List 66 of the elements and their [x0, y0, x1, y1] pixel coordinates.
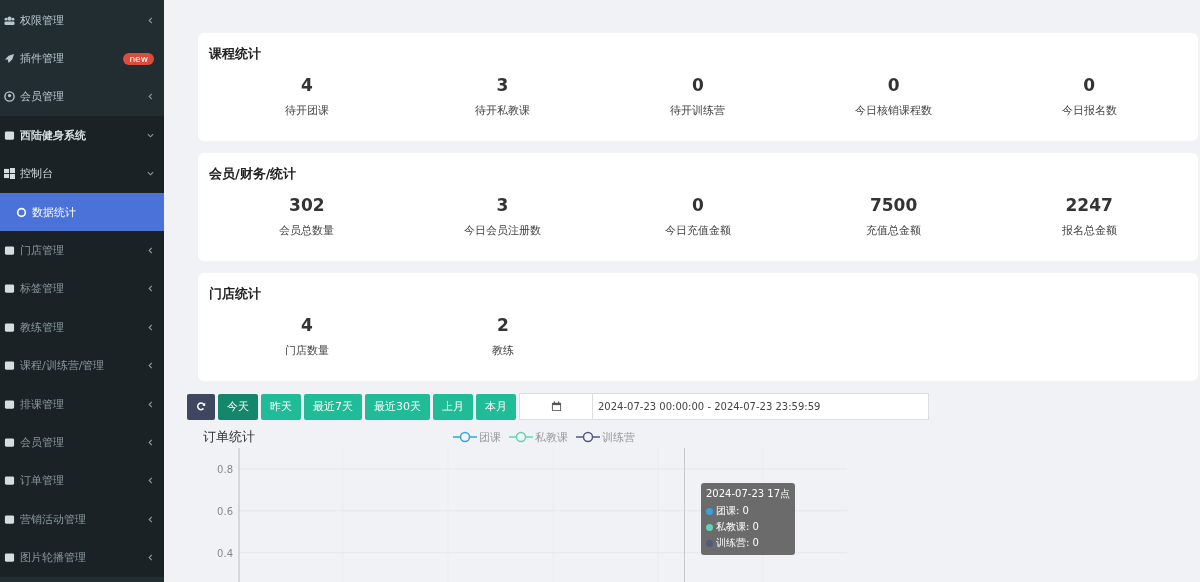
stat-label: 今日会员注册数	[462, 223, 542, 238]
circle-icon	[16, 206, 27, 218]
stat-label: 会员总数量	[278, 223, 336, 238]
sidebar-item[interactable]: 教练管理	[0, 308, 164, 347]
card-title: 门店统计	[209, 285, 262, 303]
stat-value: 2	[496, 314, 510, 337]
card-title: 会员/财务/统计	[209, 165, 298, 183]
stat-label: 待开训练营	[669, 103, 727, 118]
sidebar-item[interactable]: 权限管理	[0, 1, 164, 40]
stat-label: 今日核销课程数	[854, 103, 934, 118]
stat-value: 3	[495, 194, 510, 217]
stat-label: 待开私教课	[473, 103, 531, 118]
series-dot	[706, 523, 713, 531]
stat-value: 2247	[1064, 194, 1114, 217]
stat-value: 7500	[868, 194, 919, 217]
sidebar-item[interactable]: 图片轮播管理	[0, 538, 164, 577]
tooltip-title: 2024-07-23 17点	[706, 487, 791, 501]
series-dot	[706, 539, 713, 547]
series-dot	[706, 507, 713, 515]
tooltip-row-text: 训练营: 0	[716, 536, 759, 550]
sidebar-item[interactable]: 插件管理 new	[0, 39, 164, 78]
stat-label: 报名总金额	[1060, 223, 1118, 238]
stat-label: 教练	[491, 343, 515, 358]
sidebar-item[interactable]: 控制台	[0, 154, 164, 193]
stat-value: 0	[1082, 74, 1097, 97]
stat-value: 302	[288, 194, 326, 217]
stat-value: 0	[691, 74, 705, 97]
legend-marker-icon	[509, 431, 533, 443]
stat-label: 待开团课	[283, 103, 330, 118]
card-title: 课程统计	[209, 45, 262, 63]
y-tick-label: 0.4	[217, 547, 233, 559]
stat-value: 4	[299, 74, 314, 97]
windows-icon	[4, 168, 15, 180]
sidebar-item[interactable]: 订单管理	[0, 461, 164, 501]
stat-value: 4	[300, 314, 314, 337]
date-range-button[interactable]: 今天	[218, 393, 258, 420]
stat-value: 0	[691, 194, 705, 217]
stat-label: 今日充值金额	[664, 223, 732, 238]
stat-label: 充值总金额	[865, 223, 923, 238]
sidebar-item[interactable]: 会员管理	[0, 77, 164, 117]
sidebar-item[interactable]: 数据统计	[0, 192, 164, 232]
users-icon	[4, 14, 15, 26]
y-tick-label: 0.8	[217, 463, 233, 475]
stat-label: 今日报名数	[1060, 103, 1118, 118]
stat-label: 门店数量	[284, 343, 330, 358]
sidebar-item[interactable]: 营销活动管理	[0, 500, 164, 539]
legend-marker-icon	[576, 431, 600, 443]
date-range-field[interactable]: 2024-07-23 00:00:00 - 2024-07-23 23:59:59	[519, 393, 929, 420]
refresh-button[interactable]	[187, 393, 215, 420]
sidebar-item[interactable]: 标签管理	[0, 269, 164, 309]
sidebar-item[interactable]: 课程/训练营/管理	[0, 346, 164, 385]
rocket-icon	[4, 53, 15, 65]
new-badge: new	[123, 52, 154, 65]
sidebar-item[interactable]: 西陆健身系统	[0, 116, 164, 155]
tooltip-row-text: 团课: 0	[716, 504, 749, 518]
sidebar-item[interactable]: 门店管理	[0, 231, 164, 270]
chart-title: 订单统计	[203, 428, 256, 446]
user-circle-icon	[4, 91, 15, 103]
legend-marker-icon	[453, 431, 477, 443]
stat-value: 3	[495, 74, 510, 97]
y-tick-label: 0.6	[217, 505, 233, 517]
stat-value: 0	[886, 74, 901, 97]
refresh-icon	[196, 401, 206, 412]
sidebar-item[interactable]: 排课管理	[0, 384, 164, 424]
tooltip-row-text: 私教课: 0	[716, 520, 759, 534]
sidebar-item[interactable]: 会员管理	[0, 423, 164, 462]
